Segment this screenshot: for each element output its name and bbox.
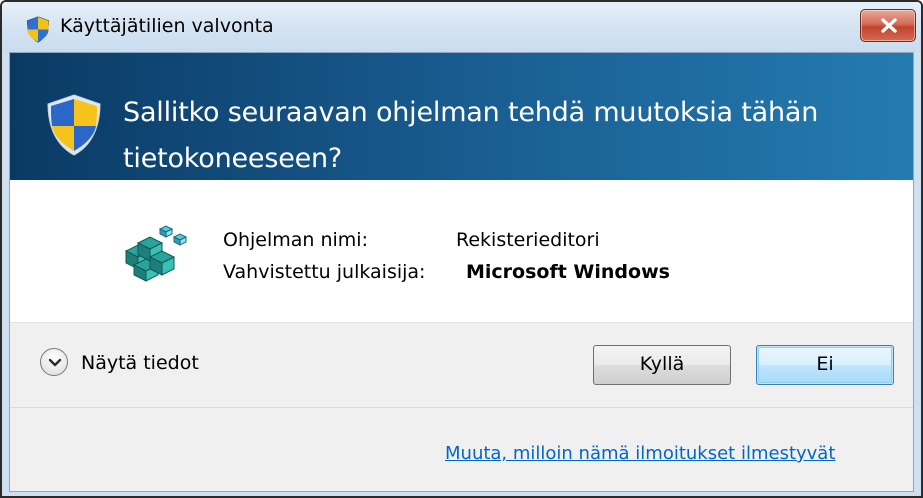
- window-title: Käyttäjätilien valvonta: [60, 15, 274, 37]
- no-button[interactable]: Ei: [756, 345, 894, 385]
- yes-button[interactable]: Kyllä: [593, 345, 731, 385]
- program-info: Ohjelman nimi: Rekisterieditori Vahviste…: [10, 180, 913, 322]
- show-details-label[interactable]: Näytä tiedot: [81, 352, 199, 374]
- shield-icon: [26, 16, 50, 43]
- divider: [10, 407, 913, 408]
- question-banner: Sallitko seuraavan ohjelman tehdä muutok…: [10, 53, 913, 180]
- dialog-content: Sallitko seuraavan ohjelman tehdä muutok…: [9, 52, 914, 492]
- program-name-label: Ohjelman nimi:: [223, 229, 368, 251]
- chevron-down-button[interactable]: [40, 348, 68, 376]
- publisher-label: Vahvistettu julkaisija:: [223, 261, 426, 283]
- close-button[interactable]: [860, 9, 916, 42]
- program-name-value: Rekisterieditori: [456, 229, 600, 251]
- publisher-value: Microsoft Windows: [466, 261, 670, 283]
- dialog-footer: Näytä tiedot Kyllä Ei Muuta, milloin näm…: [10, 323, 913, 491]
- uac-dialog-window: Käyttäjätilien valvonta Sallitko seuraav…: [0, 0, 923, 498]
- shield-icon: [47, 94, 101, 156]
- notification-settings-link[interactable]: Muuta, milloin nämä ilmoitukset ilmestyv…: [445, 443, 835, 464]
- registry-editor-icon: [124, 225, 188, 282]
- close-icon: [881, 18, 897, 33]
- title-bar[interactable]: Käyttäjätilien valvonta: [2, 2, 921, 52]
- question-text: Sallitko seuraavan ohjelman tehdä muutok…: [123, 97, 819, 174]
- chevron-down-icon: [48, 358, 62, 367]
